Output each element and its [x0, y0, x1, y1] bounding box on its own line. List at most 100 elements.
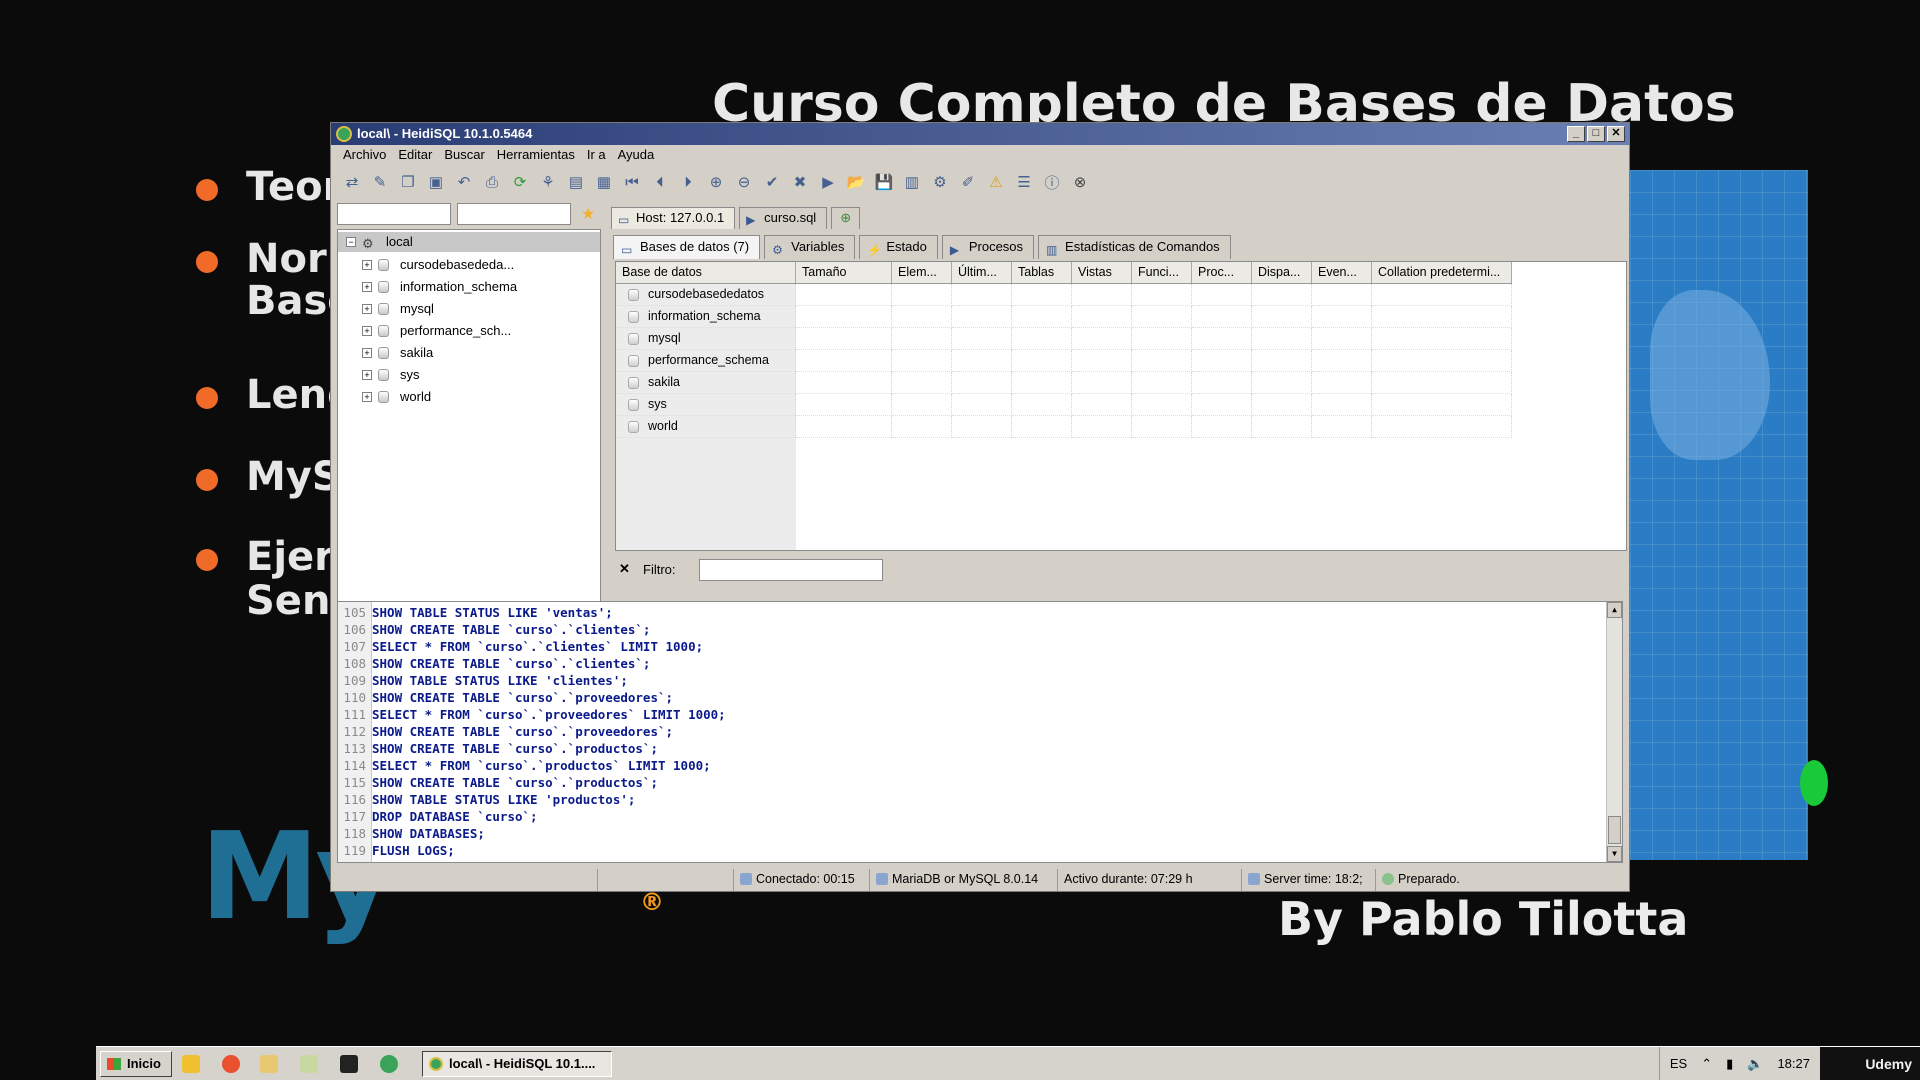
grid-cell[interactable] — [1312, 284, 1372, 306]
grid-cell[interactable] — [1372, 416, 1512, 438]
grid-cell[interactable] — [1192, 416, 1252, 438]
grid-cell[interactable] — [1012, 416, 1072, 438]
check-icon[interactable]: ✔ — [761, 171, 783, 193]
menu-herramientas[interactable]: Herramientas — [491, 145, 581, 165]
grid-cell[interactable] — [892, 416, 952, 438]
table-row[interactable]: world — [616, 416, 1512, 438]
tab-estado[interactable]: ⚡ Estado — [859, 235, 938, 259]
refresh-icon[interactable]: ⟳ — [509, 171, 531, 193]
quicklaunch-cmd-icon[interactable] — [340, 1055, 358, 1073]
stop-icon[interactable]: ⊗ — [1069, 171, 1091, 193]
expand-icon[interactable]: + — [362, 260, 372, 270]
scroll-up-icon[interactable]: ▲ — [1607, 602, 1622, 618]
grid-cell[interactable] — [1072, 328, 1132, 350]
tree-item-mysql[interactable]: + mysql — [338, 298, 600, 320]
run-icon[interactable]: ▶ — [817, 171, 839, 193]
grid-cell[interactable] — [952, 394, 1012, 416]
quicklaunch-chrome-icon[interactable] — [222, 1055, 240, 1073]
grid-cell[interactable] — [892, 284, 952, 306]
first-icon[interactable]: ⏮ — [621, 171, 643, 193]
grid-header-cell[interactable]: Collation predetermi... — [1372, 262, 1512, 283]
grid-cell[interactable] — [1132, 328, 1192, 350]
grid-cell[interactable] — [1192, 394, 1252, 416]
start-button[interactable]: Inicio — [100, 1051, 172, 1077]
filter-close-icon[interactable]: ✕ — [619, 561, 630, 577]
grid-cell[interactable] — [952, 350, 1012, 372]
grid-cell[interactable] — [796, 350, 892, 372]
table-row[interactable]: information_schema — [616, 306, 1512, 328]
database-name-cell[interactable]: sakila — [616, 372, 796, 394]
disconnect-icon[interactable]: ✎ — [369, 171, 391, 193]
grid-cell[interactable] — [1012, 350, 1072, 372]
grid-header-cell[interactable]: Dispa... — [1252, 262, 1312, 283]
prev-icon[interactable]: ⏴ — [649, 171, 671, 193]
grid-cell[interactable] — [1072, 394, 1132, 416]
grid-cell[interactable] — [796, 372, 892, 394]
quicklaunch-notepad-icon[interactable] — [300, 1055, 318, 1073]
copy-icon[interactable]: ❐ — [397, 171, 419, 193]
database-name-cell[interactable]: world — [616, 416, 796, 438]
import-icon[interactable]: ▤ — [565, 171, 587, 193]
database-name-cell[interactable]: sys — [616, 394, 796, 416]
grid-header-cell[interactable]: Elem... — [892, 262, 952, 283]
clock[interactable]: 18:27 — [1777, 1047, 1810, 1080]
open-icon[interactable]: 📂 — [845, 171, 867, 193]
help-icon[interactable]: ⓘ — [1041, 171, 1063, 193]
expand-icon[interactable]: + — [362, 326, 372, 336]
grid-cell[interactable] — [1012, 306, 1072, 328]
scroll-down-icon[interactable]: ▼ — [1607, 846, 1622, 862]
log-icon[interactable]: ☰ — [1013, 171, 1035, 193]
snippet-icon[interactable]: ⚙ — [929, 171, 951, 193]
warning-icon[interactable]: ⚠ — [985, 171, 1007, 193]
expand-icon[interactable]: + — [362, 282, 372, 292]
database-name-cell[interactable]: cursodebasededatos — [616, 284, 796, 306]
tab-query[interactable]: ▶ curso.sql — [739, 207, 828, 229]
grid-cell[interactable] — [1252, 350, 1312, 372]
grid-cell[interactable] — [796, 394, 892, 416]
taskbar-heidisql-button[interactable]: local\ - HeidiSQL 10.1.... — [422, 1051, 612, 1077]
grid-cell[interactable] — [1132, 394, 1192, 416]
grid-cell[interactable] — [1012, 284, 1072, 306]
sql-log[interactable]: 105 SHOW TABLE STATUS LIKE 'ventas'; 106 SH… — [337, 601, 1623, 863]
format-icon[interactable]: ✐ — [957, 171, 979, 193]
maximize-button[interactable]: □ — [1587, 126, 1605, 142]
grid-cell[interactable] — [1372, 328, 1512, 350]
grid-cell[interactable] — [1252, 372, 1312, 394]
grid-header-cell[interactable]: Vistas — [1072, 262, 1132, 283]
grid-cell[interactable] — [1312, 350, 1372, 372]
grid-cell[interactable] — [796, 284, 892, 306]
tree-item-information-schema[interactable]: + information_schema — [338, 276, 600, 298]
collapse-icon[interactable]: − — [346, 237, 356, 247]
grid-cell[interactable] — [1132, 350, 1192, 372]
table-row[interactable]: performance_schema — [616, 350, 1512, 372]
grid-cell[interactable] — [1312, 416, 1372, 438]
tab-procesos[interactable]: ▶ Procesos — [941, 235, 1035, 259]
grid-cell[interactable] — [1192, 350, 1252, 372]
tree-root-local[interactable]: − ⚙ local — [338, 232, 600, 252]
table-row[interactable]: sakila — [616, 372, 1512, 394]
database-name-cell[interactable]: performance_schema — [616, 350, 796, 372]
tab-estadisticas[interactable]: ▥ Estadísticas de Comandos — [1038, 235, 1231, 259]
menu-ayuda[interactable]: Ayuda — [612, 145, 661, 165]
grid-cell[interactable] — [1252, 394, 1312, 416]
grid-header-cell[interactable]: Funci... — [1132, 262, 1192, 283]
tree-item-cursodebasededatos[interactable]: + cursodebasededa... — [338, 254, 600, 276]
tray-expand-icon[interactable]: ⌃ — [1701, 1047, 1712, 1080]
grid-header-cell[interactable]: Últim... — [952, 262, 1012, 283]
expand-icon[interactable]: + — [362, 348, 372, 358]
table-row[interactable]: mysql — [616, 328, 1512, 350]
print-icon[interactable]: ⎙ — [481, 171, 503, 193]
filter-input[interactable] — [699, 559, 883, 581]
cancel-icon[interactable]: ✖ — [789, 171, 811, 193]
tab-host[interactable]: ▭ Host: 127.0.0.1 — [611, 207, 736, 229]
grid-cell[interactable] — [796, 328, 892, 350]
expand-icon[interactable]: + — [362, 370, 372, 380]
tab-variables[interactable]: ⚙ Variables — [764, 235, 856, 259]
undo-icon[interactable]: ↶ — [453, 171, 475, 193]
grid-cell[interactable] — [1012, 372, 1072, 394]
minimize-button[interactable]: _ — [1567, 126, 1585, 142]
table-row[interactable]: sys — [616, 394, 1512, 416]
grid-cell[interactable] — [892, 350, 952, 372]
grid-cell[interactable] — [1072, 284, 1132, 306]
grid-header-cell[interactable]: Even... — [1312, 262, 1372, 283]
